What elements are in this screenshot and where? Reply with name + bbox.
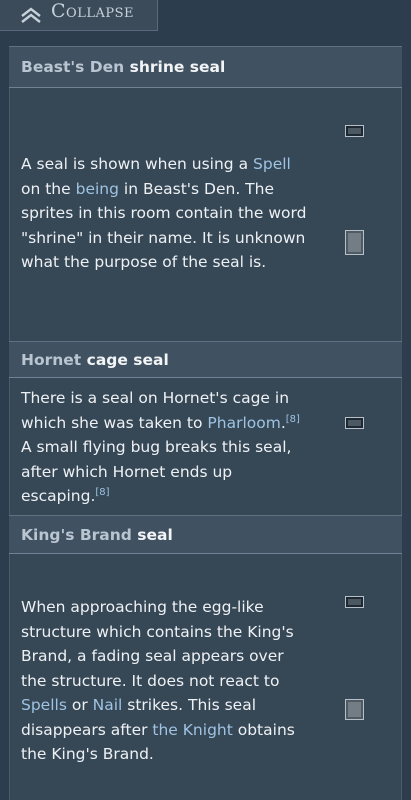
section-title-link[interactable]: Beast's Den: [21, 58, 124, 76]
description-text: A seal is shown when using a: [21, 155, 254, 173]
seal-sprite-thumbnail[interactable]: [345, 125, 364, 137]
double-chevron-up-icon: [21, 7, 41, 23]
inline-link[interactable]: Spells: [21, 696, 67, 714]
description-text: or: [66, 696, 93, 714]
section-title: shrine seal: [129, 58, 226, 76]
section-body-kings-brand: When approaching the egg-like structure …: [9, 553, 402, 800]
inline-link[interactable]: being: [76, 180, 119, 198]
section-title-link[interactable]: Hornet: [21, 351, 81, 369]
inline-link[interactable]: Spell: [253, 155, 291, 173]
section-body-beasts-den: A seal is shown when using a Spell on th…: [9, 87, 402, 341]
section-header-beasts-den: Beast's Den shrine seal: [9, 46, 402, 87]
section-header-hornet: Hornet cage seal: [9, 341, 402, 377]
section-description: When approaching the egg-like structure …: [21, 595, 311, 767]
inline-link[interactable]: the Knight: [152, 721, 232, 739]
seal-sprite-thumbnail[interactable]: [345, 417, 364, 429]
section-title: cage seal: [86, 350, 169, 369]
seal-sprite-thumbnail[interactable]: [345, 699, 364, 720]
collapse-label: Collapse: [51, 0, 134, 22]
section-body-hornet: There is a seal on Hornet's cage in whic…: [9, 377, 402, 515]
section-title-link[interactable]: King's Brand: [21, 526, 132, 544]
section-description: A seal is shown when using a Spell on th…: [21, 152, 311, 275]
description-text: A small flying bug breaks this seal, aft…: [21, 438, 292, 505]
section-header-kings-brand: King's Brand seal: [9, 515, 402, 553]
section-title: seal: [137, 525, 173, 544]
inline-link[interactable]: Pharloom: [207, 414, 280, 432]
section-description: There is a seal on Hornet's cage in whic…: [21, 386, 311, 509]
inline-link[interactable]: Nail: [93, 696, 123, 714]
collapse-button[interactable]: Collapse: [0, 0, 158, 31]
seal-sprite-thumbnail[interactable]: [345, 230, 364, 255]
reference-link[interactable]: [8]: [286, 413, 300, 424]
description-text: When approaching the egg-like structure …: [21, 598, 294, 690]
reference-link[interactable]: [8]: [95, 487, 109, 498]
description-text: on the: [21, 179, 76, 198]
seal-sprite-thumbnail[interactable]: [345, 596, 364, 608]
